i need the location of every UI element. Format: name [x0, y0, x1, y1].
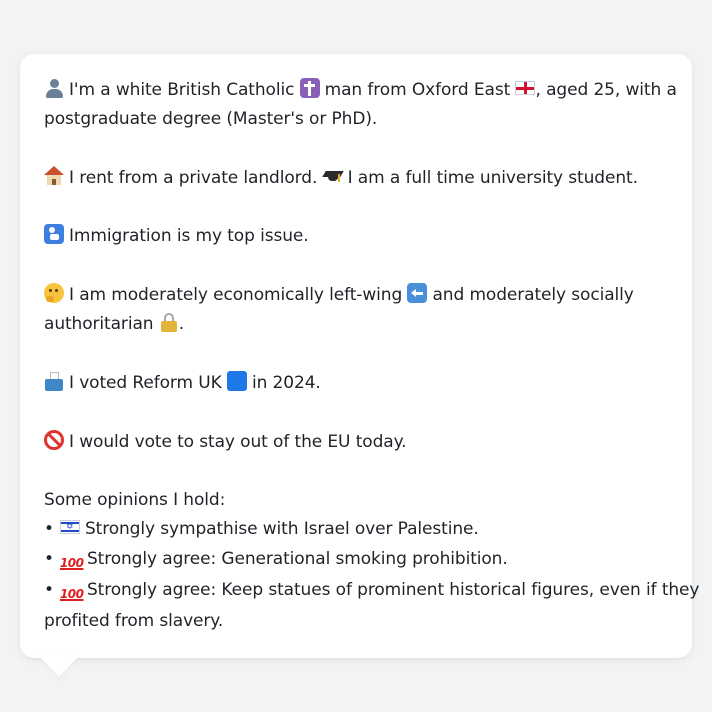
ideology-text-4: .: [178, 314, 185, 335]
vote-text-2: in 2024.: [251, 372, 321, 393]
ballot-box-icon: [44, 371, 64, 391]
hundred-points-icon: 100: [59, 586, 84, 601]
house-icon: [44, 165, 64, 186]
list-item: • 100 Strongly agree: Generational smoking…: [44, 545, 668, 576]
blue-square-icon: [226, 370, 247, 391]
ideology-text-2: and moderately socially: [432, 285, 634, 306]
left-arrow-icon: [407, 283, 428, 304]
issue-text: Immigration is my top issue.: [69, 226, 309, 247]
israel-flag-icon: [59, 520, 80, 535]
identity-text-2: man from Oxford East: [324, 80, 511, 100]
opinion-text-3a: Strongly agree: Keep statues of prominen…: [86, 579, 700, 600]
opinion-text-2: Strongly agree: Generational smoking pro…: [86, 548, 508, 569]
bullet: •: [44, 548, 54, 569]
england-flag-icon: [515, 81, 536, 95]
opinion-text-1: Strongly sympathise with Israel over Pal…: [84, 519, 479, 540]
identity-text-4: postgraduate degree (Master's or PhD).: [44, 109, 378, 130]
list-item: • Strongly sympathise with Israel over Pa…: [44, 515, 668, 544]
latin-cross-icon: [299, 78, 320, 98]
bullet: •: [44, 579, 54, 600]
message-bubble: I'm a white British Catholic man from Ox…: [20, 54, 699, 658]
person-icon: [44, 78, 64, 98]
prohibited-icon: [44, 429, 64, 450]
list-item: • 100 Strongly agree: Keep statues of prom…: [44, 576, 699, 607]
identity-text-3: , aged 25, with a: [535, 80, 677, 100]
bubble-tail: [39, 656, 79, 677]
vote-text-1: I voted Reform UK: [69, 372, 222, 393]
identity-text-1: I'm a white British Catholic: [69, 80, 295, 100]
hundred-points-icon: 100: [59, 555, 84, 570]
ideology-paragraph: I am moderately economically left-wing a…: [44, 281, 668, 340]
opinions-heading: Some opinions I hold:: [44, 490, 226, 511]
graduation-cap-icon: [321, 166, 344, 186]
bullet: •: [44, 519, 54, 540]
lock-icon: [159, 312, 179, 333]
customs-icon: [44, 224, 64, 245]
vote-paragraph: I voted Reform UK in 2024.: [44, 369, 668, 398]
ideology-text-3: authoritarian: [44, 314, 154, 335]
eu-paragraph: I would vote to stay out of the EU today…: [44, 428, 668, 457]
housing-text-1: I rent from a private landlord.: [69, 167, 318, 188]
opinion-text-3b: profited from slavery.: [44, 610, 224, 631]
eu-text: I would vote to stay out of the EU today…: [69, 431, 407, 452]
housing-paragraph: I rent from a private landlord. I am a f…: [44, 164, 668, 193]
opinions-list: Some opinions I hold: • Strongly sympathi…: [44, 486, 699, 636]
housing-text-2: I am a full time university student.: [347, 167, 638, 188]
issue-paragraph: Immigration is my top issue.: [44, 222, 668, 251]
ideology-text-1: I am moderately economically left-wing: [69, 285, 403, 306]
identity-paragraph: I'm a white British Catholic man from Ox…: [44, 76, 677, 135]
thinking-face-icon: [44, 283, 64, 304]
